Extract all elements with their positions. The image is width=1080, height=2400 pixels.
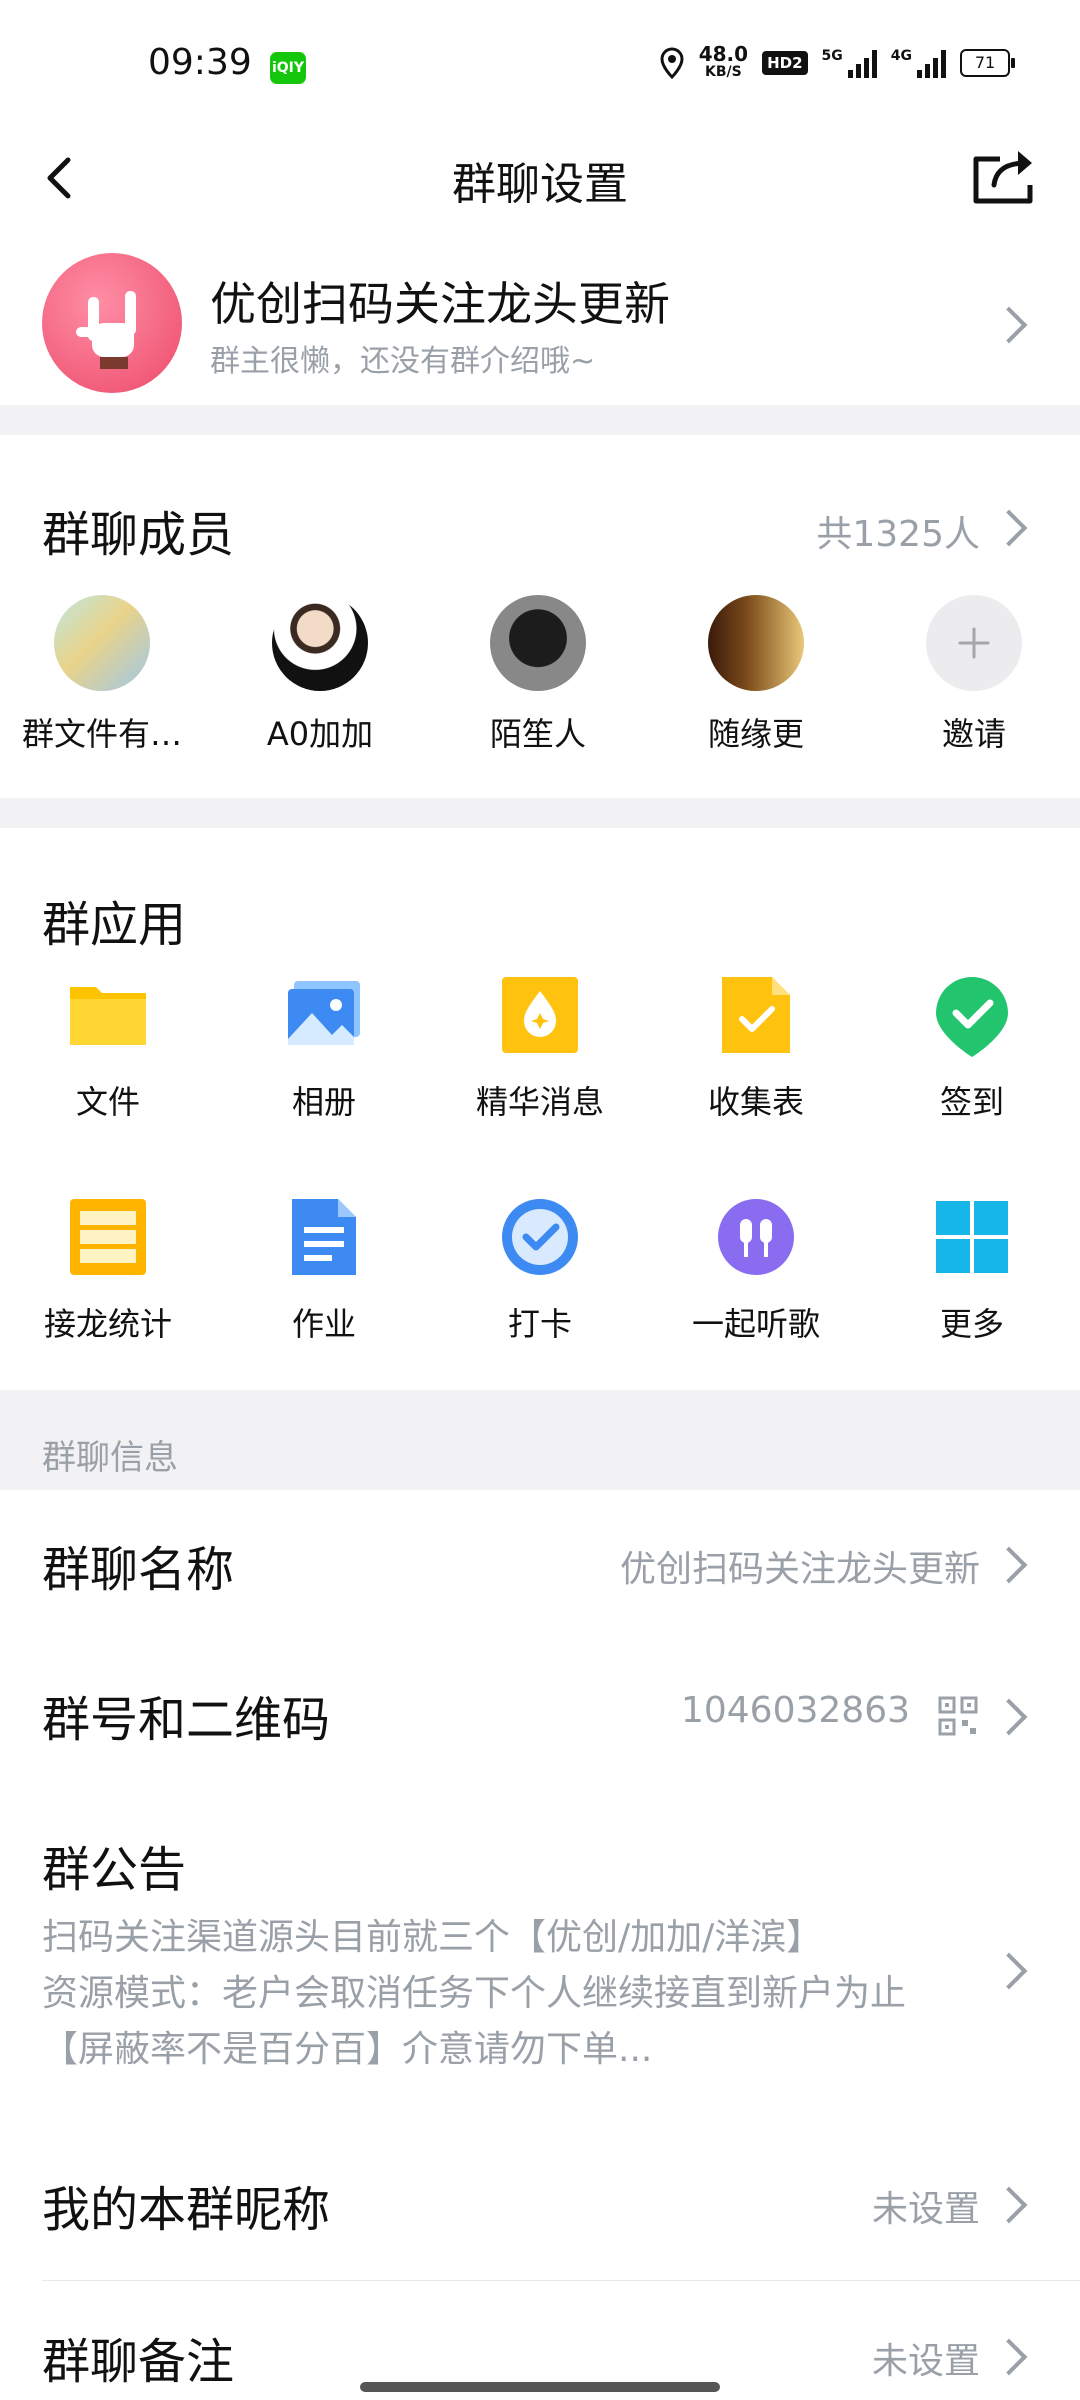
home-indicator[interactable] [360, 2382, 720, 2392]
group-name: 优创扫码关注龙头更新 [210, 277, 670, 331]
group-name-label: 群聊名称 [42, 1542, 235, 1598]
location-icon [660, 47, 684, 79]
relay-icon [68, 1197, 148, 1277]
apps-title: 群应用 [42, 897, 187, 953]
battery-icon: 71 [960, 49, 1015, 77]
group-notice-text: 扫码关注渠道源头目前就三个【优创/加加/洋滨】 资源模式：老户会取消任务下个人继… [42, 1917, 907, 2070]
member-name: 陌笙人 [489, 715, 586, 753]
essence-icon [500, 975, 580, 1055]
member-item[interactable]: 陌笙人 [438, 595, 638, 755]
chevron-right-icon [990, 2338, 1028, 2376]
hand-gesture-icon [76, 291, 136, 369]
member-avatar [54, 595, 150, 691]
chevron-right-icon [990, 306, 1028, 344]
group-notice-row[interactable]: 群公告 扫码关注渠道源头目前就三个【优创/加加/洋滨】 资源模式：老户会取消任务… [0, 1790, 1080, 2120]
invite-label: 邀请 [941, 715, 1006, 753]
member-name: A0加加 [266, 715, 374, 753]
group-remark-value: 未设置 [871, 2341, 980, 2382]
status-icons: 48.0 KB/S HD2 5G 4G 71 [659, 40, 1015, 86]
share-icon[interactable] [970, 145, 1040, 207]
app-form[interactable]: 收集表 [656, 975, 856, 1123]
group-intro: 群主很懒，还没有群介绍哦~ [210, 344, 596, 379]
member-item[interactable]: 随缘更 [656, 595, 856, 755]
signal-5g-icon: 5G [822, 48, 877, 78]
member-avatar [490, 595, 586, 691]
chevron-right-icon [990, 2186, 1028, 2224]
member-avatar [708, 595, 804, 691]
app-music[interactable]: 一起听歌 [656, 1197, 856, 1345]
net-speed: 48.0 KB/S [698, 42, 749, 80]
more-icon [932, 1197, 1012, 1277]
group-notice-label: 群公告 [42, 1842, 187, 1898]
checkin-icon [932, 975, 1012, 1057]
member-count[interactable]: 共1325人 [816, 505, 980, 557]
page-title: 群聊设置 [452, 159, 628, 210]
group-id-row[interactable]: 群号和二维码 1046032863 [0, 1640, 1080, 1790]
iqiyi-notification-icon: iQIY [270, 52, 306, 84]
app-album[interactable]: 相册 [224, 975, 424, 1123]
app-more[interactable]: 更多 [872, 1197, 1072, 1345]
member-item[interactable]: A0加加 [220, 595, 420, 755]
group-id-value: 1046032863 [680, 1690, 910, 1731]
homework-icon [284, 1197, 364, 1277]
music-icon [716, 1197, 796, 1277]
app-file[interactable]: 文件 [8, 975, 208, 1123]
app-essence[interactable]: 精华消息 [440, 975, 640, 1123]
section-divider [0, 798, 1080, 828]
chevron-right-icon [990, 1698, 1028, 1736]
chevron-right-icon [990, 1546, 1028, 1584]
app-relay[interactable]: 接龙统计 [8, 1197, 208, 1345]
members-title: 群聊成员 [42, 507, 235, 563]
status-time: 09:39 [148, 42, 252, 83]
plus-icon [926, 595, 1022, 691]
chevron-right-icon[interactable] [990, 509, 1028, 547]
album-icon [284, 975, 364, 1055]
app-punch[interactable]: 打卡 [440, 1197, 640, 1345]
invite-member-button[interactable]: 邀请 [874, 595, 1074, 755]
chevron-right-icon [990, 1952, 1028, 1990]
group-remark-label: 群聊备注 [42, 2334, 235, 2390]
row-divider [42, 2280, 1080, 2281]
group-name-row[interactable]: 群聊名称 优创扫码关注龙头更新 [0, 1490, 1080, 1640]
info-header: 群聊信息 [42, 1438, 178, 1478]
my-nickname-row[interactable]: 我的本群昵称 未设置 [0, 2130, 1080, 2280]
group-name-value: 优创扫码关注龙头更新 [619, 1549, 980, 1590]
hd-icon: HD2 [762, 51, 808, 75]
group-id-label: 群号和二维码 [42, 1692, 331, 1748]
my-nickname-label: 我的本群昵称 [42, 2182, 331, 2238]
app-homework[interactable]: 作业 [224, 1197, 424, 1345]
member-avatar [272, 595, 368, 691]
member-name: 随缘更 [707, 715, 804, 753]
member-item[interactable]: 群文件有… [2, 595, 202, 755]
punch-icon [500, 1197, 580, 1277]
section-divider [0, 405, 1080, 435]
member-name: 群文件有… [21, 715, 182, 753]
qr-code-icon [938, 1696, 978, 1736]
group-header-row[interactable]: 优创扫码关注龙头更新 群主很懒，还没有群介绍哦~ [0, 240, 1080, 405]
group-avatar [42, 253, 182, 393]
form-icon [716, 975, 796, 1055]
app-checkin[interactable]: 签到 [872, 975, 1072, 1123]
folder-icon [68, 975, 148, 1055]
signal-4g-icon: 4G [891, 48, 946, 78]
my-nickname-value: 未设置 [871, 2189, 980, 2230]
